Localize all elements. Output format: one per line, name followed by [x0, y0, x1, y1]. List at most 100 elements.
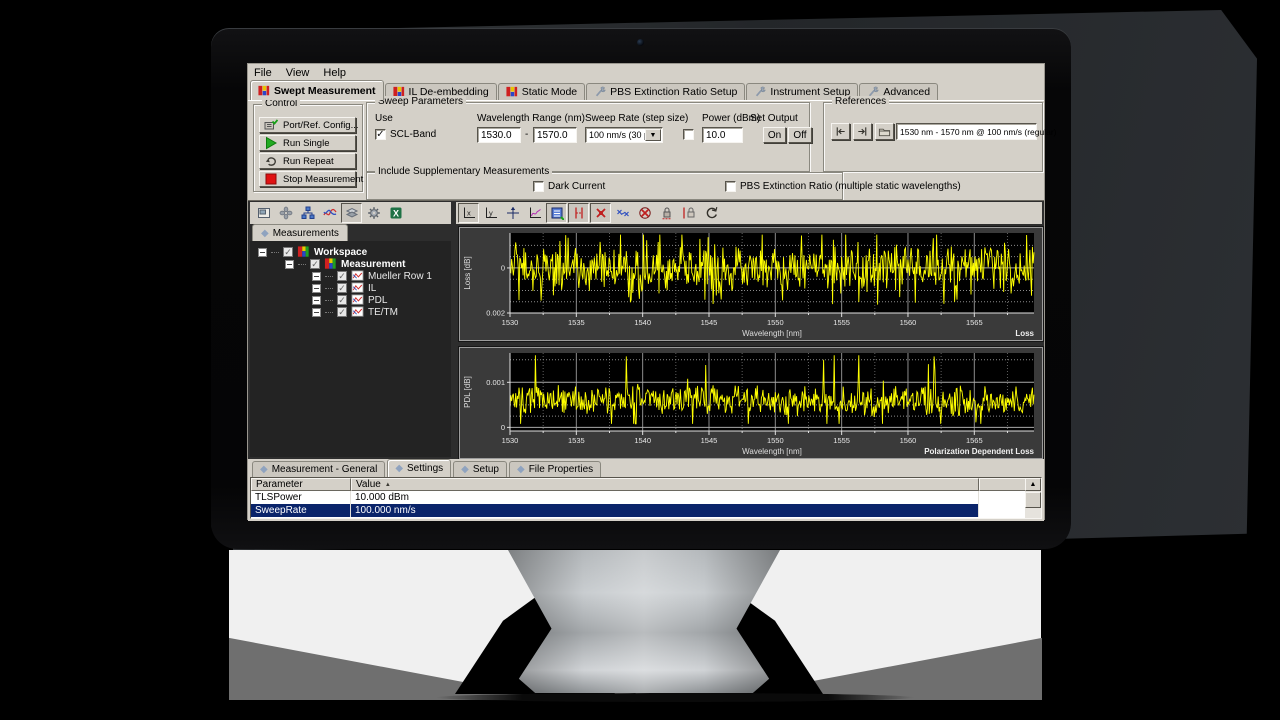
- wrench-icon: [594, 86, 606, 98]
- set-output-off-button[interactable]: Off: [788, 127, 812, 143]
- expand-icon[interactable]: [312, 296, 321, 305]
- marker-bounds-button[interactable]: [568, 203, 589, 223]
- menu-bar: File View Help: [248, 64, 1044, 81]
- diamond-icon: ◆: [261, 229, 269, 239]
- ref-back-button[interactable]: [831, 123, 850, 140]
- column-header-parameter[interactable]: Parameter: [251, 478, 351, 491]
- svg-text:0.002: 0.002: [486, 309, 505, 318]
- column-header-value[interactable]: Value▲: [351, 478, 979, 491]
- run-single-button[interactable]: Run Single: [259, 135, 356, 151]
- gear-button[interactable]: [363, 203, 384, 223]
- tree-checkbox[interactable]: ✓: [337, 271, 347, 281]
- tab-setup[interactable]: ◆Setup: [453, 461, 507, 477]
- power-input[interactable]: 10.0: [702, 127, 743, 143]
- chevron-down-icon[interactable]: ▼: [645, 129, 661, 141]
- ref-forward-button[interactable]: [853, 123, 872, 140]
- set-output-label: Set Output: [750, 113, 798, 124]
- run-repeat-button[interactable]: Run Repeat: [259, 153, 356, 169]
- tab-label: File Properties: [529, 464, 593, 475]
- main-panel: X xy ◆ Measurements ✓Workspace✓Measureme…: [248, 200, 1044, 459]
- workspace-toolbar: X: [250, 202, 451, 224]
- tab-file-properties[interactable]: ◆File Properties: [509, 461, 601, 477]
- expand-icon[interactable]: [285, 260, 294, 269]
- marker-link-icon: [616, 206, 630, 220]
- snapshot-button[interactable]: [253, 203, 274, 223]
- menu-help[interactable]: Help: [323, 67, 346, 79]
- tab-static-mode[interactable]: Static Mode: [498, 83, 585, 100]
- menu-view[interactable]: View: [286, 67, 310, 79]
- scrollbar-thumb[interactable]: [1025, 492, 1041, 508]
- measurements-tab-label: Measurements: [273, 228, 339, 239]
- trace-zoom-button[interactable]: [524, 203, 545, 223]
- tab-label: Measurement - General: [272, 464, 378, 475]
- tree-connector: [325, 288, 333, 289]
- wavelength-to-input[interactable]: 1570.0: [533, 127, 577, 143]
- undo-zoom-button[interactable]: [700, 203, 721, 223]
- table-row-tlspower[interactable]: TLSPower10.000 dBm: [251, 491, 1029, 504]
- tree-checkbox[interactable]: ✓: [310, 259, 320, 269]
- traces-button[interactable]: [319, 203, 340, 223]
- tree-connector: [325, 312, 333, 313]
- tree-item-workspace[interactable]: ✓Workspace: [258, 246, 367, 258]
- column-header-blank[interactable]: [979, 478, 1029, 491]
- axes-center-button[interactable]: [502, 203, 523, 223]
- tree-checkbox[interactable]: ✓: [283, 247, 293, 257]
- lock-min-button[interactable]: [656, 203, 677, 223]
- lock-max-button[interactable]: [678, 203, 699, 223]
- expand-icon[interactable]: [258, 248, 267, 257]
- layers-button[interactable]: [341, 203, 362, 223]
- run-single-icon: [264, 136, 278, 150]
- tree-checkbox[interactable]: ✓: [337, 307, 347, 317]
- aux-checkbox[interactable]: [683, 129, 694, 140]
- set-output-on-button[interactable]: On: [763, 127, 786, 143]
- table-row-sweeprate[interactable]: SweepRate100.000 nm/s: [251, 504, 1029, 517]
- tab-measurements[interactable]: ◆ Measurements: [252, 224, 348, 242]
- hierarchy-button[interactable]: [297, 203, 318, 223]
- pdl-chart: 153015351540154515501555156015650.0010Wa…: [458, 346, 1044, 460]
- svg-text:Wavelength [nm]: Wavelength [nm]: [742, 329, 802, 338]
- dark-current-checkbox[interactable]: [533, 181, 544, 192]
- expand-icon[interactable]: [312, 284, 321, 293]
- wavelength-separator: -: [525, 129, 528, 140]
- ref-folder-button[interactable]: [875, 123, 894, 140]
- fan-button[interactable]: [275, 203, 296, 223]
- port-ref-config-button[interactable]: Port/Ref. Config...: [259, 117, 356, 133]
- expand-icon[interactable]: [312, 272, 321, 281]
- tree-item-te-tm[interactable]: ✓TE/TM: [312, 306, 398, 318]
- marker-add-button[interactable]: [590, 203, 611, 223]
- marker-delete-button[interactable]: [634, 203, 655, 223]
- excel-icon: X: [389, 206, 403, 220]
- y-axis-scale-button[interactable]: y: [480, 203, 501, 223]
- tree-item-mueller-row-1[interactable]: ✓Mueller Row 1: [312, 270, 432, 282]
- bottom-tab-bar: ◆Measurement - General◆Settings◆Setup◆Fi…: [252, 460, 601, 477]
- svg-text:x: x: [467, 209, 471, 218]
- x-axis-scale-button[interactable]: x: [458, 203, 479, 223]
- reference-field[interactable]: 1530 nm - 1570 nm @ 100 nm/s (regular): [896, 123, 1037, 140]
- expand-icon[interactable]: [312, 308, 321, 317]
- colored-block-icon: [297, 246, 310, 258]
- tree-checkbox[interactable]: ✓: [337, 295, 347, 305]
- stop-measurement-button[interactable]: Stop Measurement: [259, 171, 356, 187]
- tab-settings[interactable]: ◆Settings: [387, 459, 451, 477]
- tab-swept-measurement[interactable]: Swept Measurement: [250, 80, 384, 100]
- tree-item-pdl[interactable]: ✓PDL: [312, 294, 387, 306]
- scroll-up-icon[interactable]: ▲: [1025, 478, 1041, 491]
- legend-button[interactable]: [546, 203, 567, 223]
- cell-parameter: TLSPower: [251, 491, 351, 504]
- menu-file[interactable]: File: [254, 67, 272, 79]
- tab-measurement-general[interactable]: ◆Measurement - General: [252, 461, 385, 477]
- cell-parameter: SweepRate: [251, 504, 351, 517]
- tab-pbs-extinction-ratio-setup[interactable]: PBS Extinction Ratio Setup: [586, 83, 745, 100]
- excel-button[interactable]: X: [385, 203, 406, 223]
- pbs-extinction-checkbox[interactable]: [725, 181, 736, 192]
- tree-checkbox[interactable]: ✓: [337, 283, 347, 293]
- sweep-rate-select[interactable]: 100 nm/s (30 pm) ▼: [585, 127, 663, 143]
- tree-item-measurement[interactable]: ✓Measurement: [285, 258, 405, 270]
- marker-link-button[interactable]: [612, 203, 633, 223]
- table-scrollbar[interactable]: ▲: [1025, 478, 1041, 518]
- svg-text:1540: 1540: [634, 436, 651, 445]
- tree-item-il[interactable]: ✓IL: [312, 282, 376, 294]
- scl-band-checkbox[interactable]: ✓: [375, 129, 386, 140]
- stand-base-shadow: [436, 693, 914, 702]
- wavelength-from-input[interactable]: 1530.0: [477, 127, 521, 143]
